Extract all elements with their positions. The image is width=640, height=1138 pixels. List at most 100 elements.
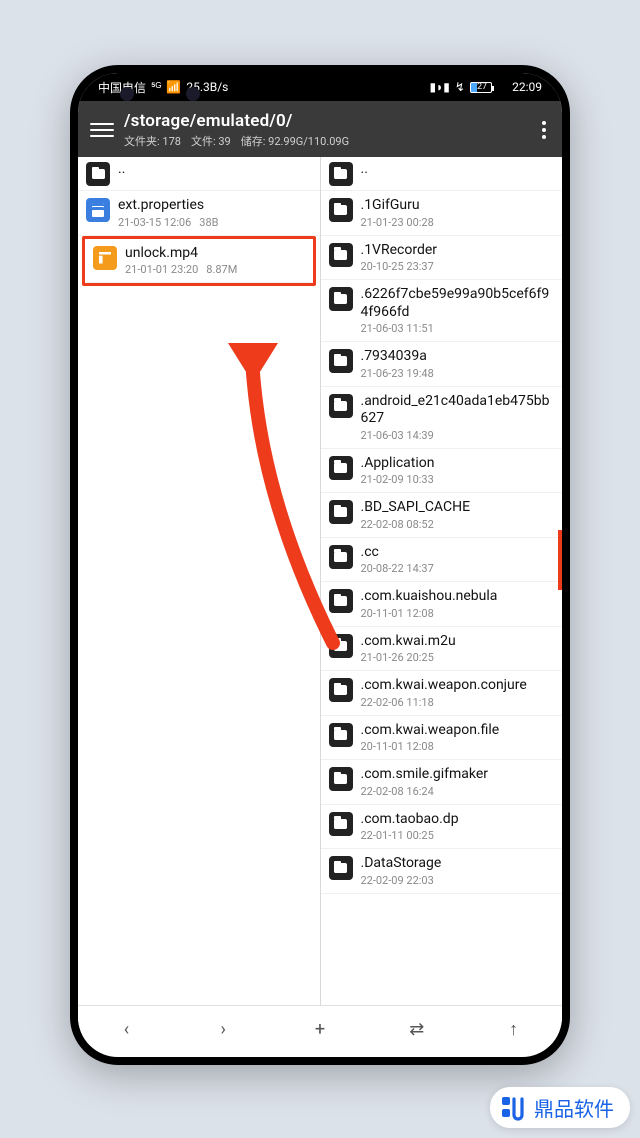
vibrate-icon: ▮◗▮	[429, 80, 449, 94]
folder-date: 22-02-08 16:24	[361, 785, 434, 798]
bottom-nav: ‹ › + ⇄ ↑	[78, 1005, 562, 1053]
nav-back[interactable]: ‹	[106, 1019, 146, 1040]
up-directory[interactable]: ..	[78, 157, 320, 191]
folder-icon	[329, 162, 353, 186]
folder-icon	[86, 162, 110, 186]
folder-name: .6226f7cbe59e99a90b5cef6f94f966fd	[361, 286, 555, 321]
folder-name: .DataStorage	[361, 855, 555, 873]
folder-name: .com.kwai.weapon.conjure	[361, 677, 555, 695]
folder-icon	[329, 812, 353, 836]
file-size: 38B	[199, 216, 218, 229]
folder-date: 21-06-03 11:51	[361, 322, 434, 335]
folder-date: 21-06-03 14:39	[361, 429, 434, 442]
folder-date: 22-01-11 00:25	[361, 829, 434, 842]
folder-date: 22-02-08 08:52	[361, 518, 434, 531]
menu-button[interactable]	[90, 123, 114, 137]
folder-name: .com.kuaishou.nebula	[361, 588, 555, 606]
folder-icon	[329, 678, 353, 702]
folder-icon	[329, 723, 353, 747]
folder-icon	[329, 349, 353, 373]
folder-icon	[329, 634, 353, 658]
folder-item[interactable]: .6226f7cbe59e99a90b5cef6f94f966fd21-06-0…	[321, 280, 563, 342]
folder-icon	[329, 287, 353, 311]
folder-item[interactable]: .com.taobao.dp22-01-11 00:25	[321, 805, 563, 850]
video-icon	[93, 246, 117, 270]
up-directory[interactable]: ..	[321, 157, 563, 191]
folder-name: .Application	[361, 455, 555, 473]
folder-name: .1GifGuru	[361, 197, 555, 215]
folder-date: 20-11-01 12:08	[361, 607, 434, 620]
folder-name: .android_e21c40ada1eb475bb627	[361, 393, 555, 428]
folder-date: 21-01-26 20:25	[361, 651, 434, 664]
folder-item[interactable]: .com.kwai.weapon.file20-11-01 12:08	[321, 716, 563, 761]
watermark-text: 鼎品软件	[534, 1093, 614, 1122]
clock: 22:09	[512, 80, 542, 94]
folder-icon	[329, 545, 353, 569]
folder-name: .com.taobao.dp	[361, 811, 555, 829]
file-size: 8.87M	[206, 263, 237, 276]
nav-forward[interactable]: ›	[203, 1019, 243, 1040]
scroll-indicator	[558, 530, 562, 590]
folder-icon	[329, 767, 353, 791]
folder-icon	[329, 500, 353, 524]
current-path[interactable]: /storage/emulated/0/	[124, 111, 528, 131]
watermark: 鼎品软件	[490, 1087, 630, 1128]
folder-item[interactable]: .com.smile.gifmaker22-02-08 16:24	[321, 760, 563, 805]
folder-date: 21-02-09 10:33	[361, 473, 434, 486]
file-item[interactable]: unlock.mp421-01-01 23:20 8.87M	[85, 239, 313, 284]
folder-item[interactable]: .com.kwai.weapon.conjure22-02-06 11:18	[321, 671, 563, 716]
folder-item[interactable]: .Application21-02-09 10:33	[321, 449, 563, 494]
more-button[interactable]	[538, 121, 550, 139]
folder-icon	[329, 589, 353, 613]
folder-icon	[329, 394, 353, 418]
file-item[interactable]: ext.properties21-03-15 12:06 38B	[78, 191, 320, 236]
file-name: ext.properties	[118, 197, 312, 215]
folder-date: 22-02-06 11:18	[361, 696, 434, 709]
folder-name: .cc	[361, 544, 555, 562]
folder-count: 178	[162, 135, 181, 148]
folder-item[interactable]: .cc20-08-22 14:37	[321, 538, 563, 583]
nav-up[interactable]: ↑	[494, 1019, 534, 1040]
folder-item[interactable]: .1GifGuru21-01-23 00:28	[321, 191, 563, 236]
watermark-icon	[500, 1095, 526, 1121]
nav-add[interactable]: +	[300, 1019, 340, 1040]
folder-item[interactable]: .com.kwai.m2u21-01-26 20:25	[321, 627, 563, 672]
folder-name: .com.kwai.m2u	[361, 633, 555, 651]
folder-date: 22-02-09 22:03	[361, 874, 434, 887]
phone-frame: 中国电信 ⁵ᴳ 📶 25.3B/s ▮◗▮ ↯ 27 22:09 /storag…	[70, 65, 570, 1065]
folder-item[interactable]: .android_e21c40ada1eb475bb62721-06-03 14…	[321, 387, 563, 449]
doc-icon	[86, 198, 110, 222]
left-pane[interactable]: .. ext.properties21-03-15 12:06 38B unlock…	[78, 157, 321, 1005]
nfc-icon: ↯	[455, 80, 465, 94]
folder-item[interactable]: .7934039a21-06-23 19:48	[321, 342, 563, 387]
file-date: 21-03-15 12:06	[118, 216, 191, 229]
folder-icon	[329, 456, 353, 480]
folder-name: .com.smile.gifmaker	[361, 766, 555, 784]
camera-cutout	[120, 87, 200, 101]
right-pane[interactable]: .. .1GifGuru21-01-23 00:28.1VRecorder20-…	[321, 157, 563, 1005]
folder-item[interactable]: .DataStorage22-02-09 22:03	[321, 849, 563, 894]
folder-item[interactable]: .1VRecorder20-10-25 23:37	[321, 236, 563, 281]
app-header: /storage/emulated/0/ 文件夹: 178 文件: 39 储存:…	[78, 101, 562, 157]
folder-date: 20-10-25 23:37	[361, 260, 434, 273]
nav-swap[interactable]: ⇄	[397, 1019, 437, 1040]
folder-date: 21-06-23 19:48	[361, 367, 434, 380]
folder-name: .BD_SAPI_CACHE	[361, 499, 555, 517]
folder-date: 21-01-23 00:28	[361, 216, 434, 229]
folder-item[interactable]: .com.kuaishou.nebula20-11-01 12:08	[321, 582, 563, 627]
file-count: 39	[218, 135, 230, 148]
folder-date: 20-08-22 14:37	[361, 562, 434, 575]
file-name: unlock.mp4	[125, 245, 305, 263]
folder-icon	[329, 856, 353, 880]
folder-item[interactable]: .BD_SAPI_CACHE22-02-08 08:52	[321, 493, 563, 538]
file-date: 21-01-01 23:20	[125, 263, 198, 276]
folder-name: .7934039a	[361, 348, 555, 366]
folder-icon	[329, 198, 353, 222]
folder-date: 20-11-01 12:08	[361, 740, 434, 753]
notch	[245, 73, 395, 93]
folder-name: .com.kwai.weapon.file	[361, 722, 555, 740]
storage-usage: 92.99G/110.09G	[268, 135, 349, 148]
battery-pct: 27	[477, 82, 487, 92]
folder-icon	[329, 243, 353, 267]
folder-name: .1VRecorder	[361, 242, 555, 260]
